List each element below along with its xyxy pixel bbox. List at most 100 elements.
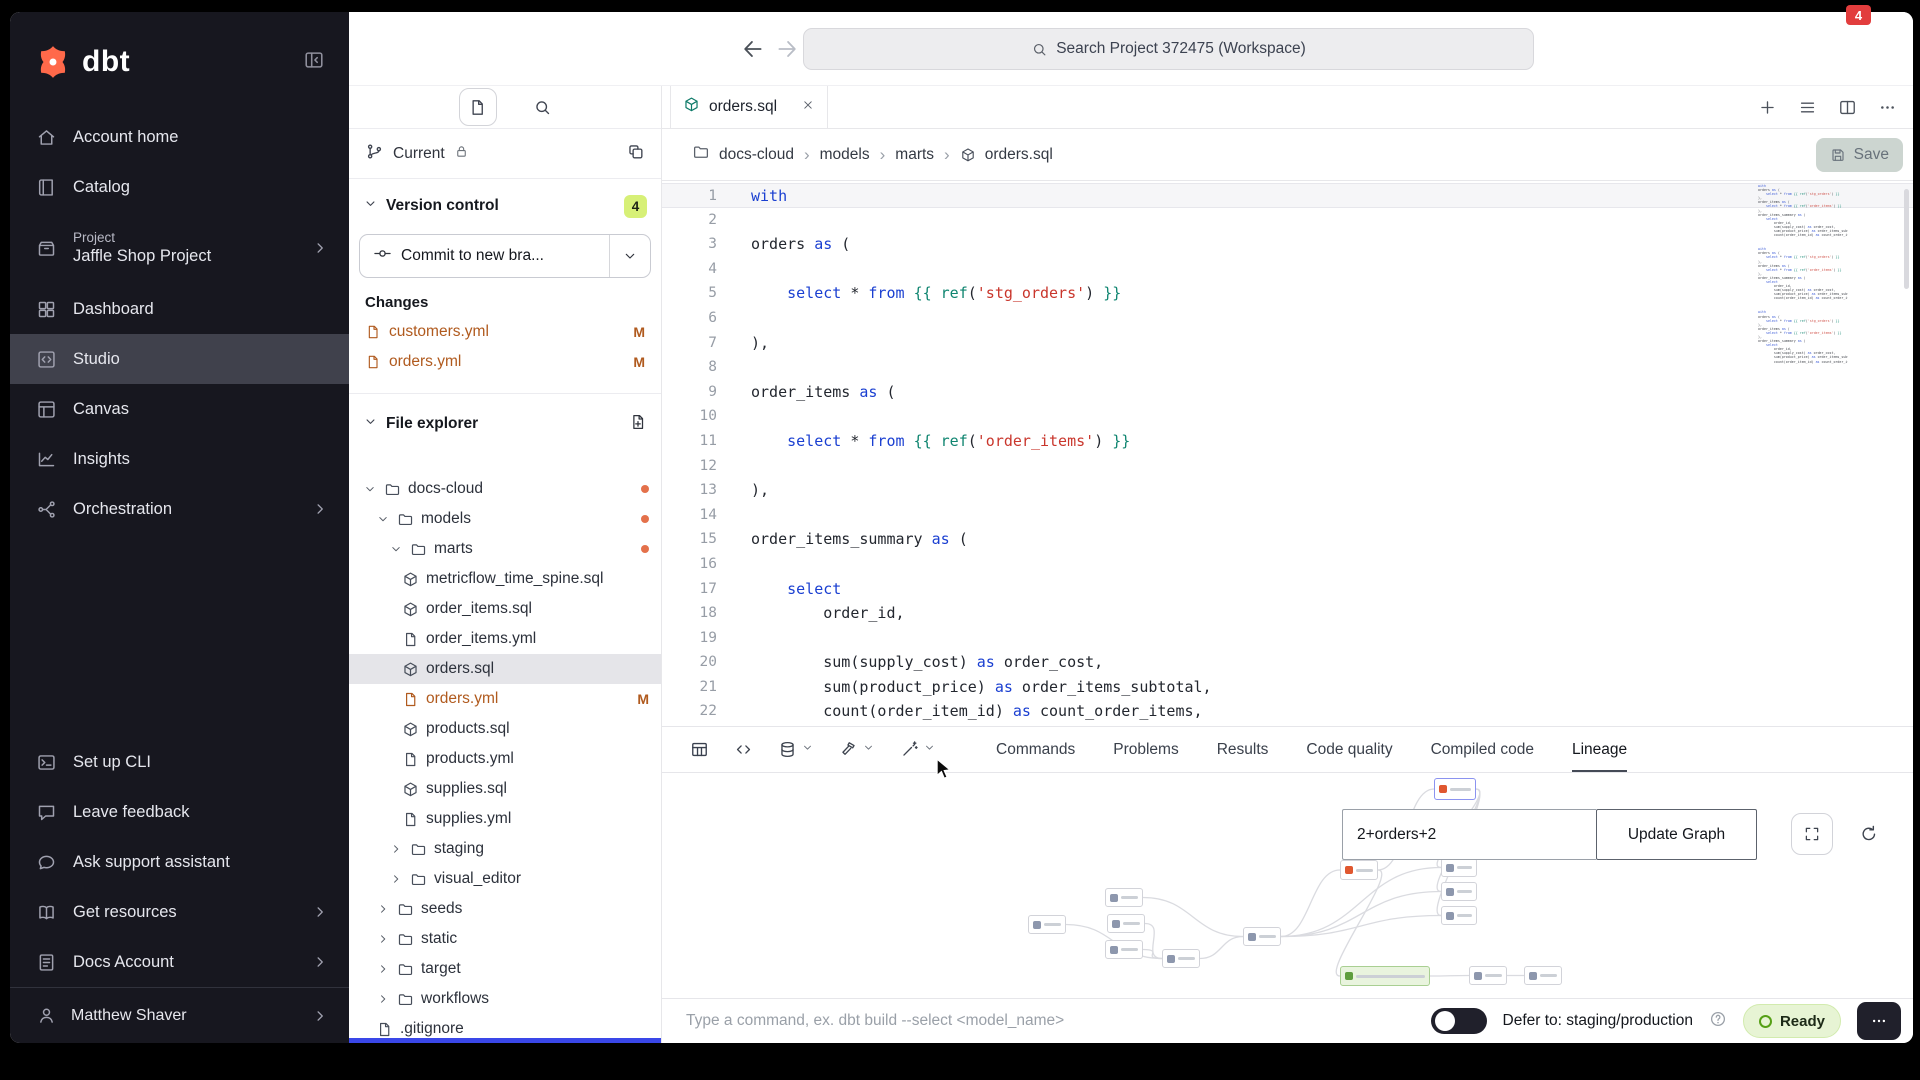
tree-item-supplies-sql[interactable]: supplies.sql: [349, 774, 661, 804]
code-line[interactable]: 5 select * from {{ ref('stg_orders') }}: [662, 281, 1913, 306]
sidebar-item-catalog[interactable]: Catalog: [10, 162, 349, 212]
save-button[interactable]: Save: [1816, 138, 1903, 172]
tree-item-docs-cloud[interactable]: docs-cloud: [349, 474, 661, 504]
panel-tab-code-quality[interactable]: Code quality: [1306, 727, 1392, 772]
code-line[interactable]: 2: [662, 208, 1913, 233]
code-line[interactable]: 14: [662, 503, 1913, 528]
code-line[interactable]: 1with: [662, 183, 1913, 208]
tree-item-products-sql[interactable]: products.sql: [349, 714, 661, 744]
code-line[interactable]: 17 select: [662, 577, 1913, 602]
sidebar-item-canvas[interactable]: Canvas: [10, 384, 349, 434]
forward-button[interactable]: [774, 36, 800, 67]
new-file-button[interactable]: [459, 88, 497, 126]
panel-tab-problems[interactable]: Problems: [1113, 727, 1178, 772]
version-control-header[interactable]: Version control 4: [349, 187, 661, 225]
lineage-node-model[interactable]: [1441, 858, 1477, 877]
more-options-icon[interactable]: [1878, 98, 1897, 117]
tree-item-models[interactable]: models: [349, 504, 661, 534]
code-line[interactable]: 12: [662, 454, 1913, 479]
code-editor[interactable]: 1with23orders as (45 select * from {{ re…: [662, 181, 1913, 726]
preview-button[interactable]: [690, 740, 709, 759]
tree-item-target[interactable]: target: [349, 954, 661, 984]
code-line[interactable]: 10: [662, 404, 1913, 429]
file-explorer-header[interactable]: File explorer: [349, 402, 661, 446]
lineage-node-model[interactable]: [1441, 906, 1477, 925]
update-graph-button[interactable]: Update Graph: [1596, 809, 1757, 860]
code-line[interactable]: 19: [662, 626, 1913, 651]
current-branch-row[interactable]: Current: [349, 129, 661, 179]
code-line[interactable]: 13),: [662, 478, 1913, 503]
explorer-search-button[interactable]: [533, 98, 552, 117]
code-line[interactable]: 6: [662, 306, 1913, 331]
code-line[interactable]: 21 sum(product_price) as order_items_sub…: [662, 675, 1913, 700]
code-line[interactable]: 15order_items_summary as (: [662, 527, 1913, 552]
split-editor-icon[interactable]: [1838, 98, 1857, 117]
sidebar-item-leave-feedback[interactable]: Leave feedback: [10, 787, 349, 837]
breadcrumb-item[interactable]: docs-cloud: [719, 146, 794, 164]
fullscreen-button[interactable]: [1791, 813, 1833, 855]
lineage-node-model[interactable]: [1162, 949, 1200, 968]
code-line[interactable]: 18 order_id,: [662, 601, 1913, 626]
defer-toggle[interactable]: [1431, 1008, 1487, 1034]
tree-item-orders-sql[interactable]: orders.sql: [349, 654, 661, 684]
breadcrumb-item[interactable]: models: [820, 146, 870, 164]
lineage-node-highlighted[interactable]: [1340, 966, 1430, 986]
code-line[interactable]: 3orders as (: [662, 232, 1913, 257]
commit-button[interactable]: Commit to new bra...: [359, 234, 651, 278]
tree-item-visual-editor[interactable]: visual_editor: [349, 864, 661, 894]
workspace-search[interactable]: Search Project 372475 (Workspace): [803, 28, 1534, 70]
command-input[interactable]: [684, 1011, 1419, 1031]
tab-list-icon[interactable]: [1798, 98, 1817, 117]
sidebar-item-ask-support-assistant[interactable]: Ask support assistant: [10, 837, 349, 887]
tree-item-staging[interactable]: staging: [349, 834, 661, 864]
minimap[interactable]: withorders as ( select * from {{ ref('st…: [1758, 184, 1848, 566]
lineage-selector-input[interactable]: [1342, 809, 1596, 860]
commit-options-button[interactable]: [609, 235, 650, 277]
compile-button[interactable]: [734, 740, 753, 759]
lineage-node-model[interactable]: [1105, 940, 1143, 959]
code-line[interactable]: 20 sum(supply_cost) as order_cost,: [662, 650, 1913, 675]
sidebar-item-studio[interactable]: Studio: [10, 334, 349, 384]
user-menu[interactable]: Matthew Shaver: [10, 987, 349, 1043]
lineage-node-model[interactable]: [1107, 914, 1145, 933]
tree-item-static[interactable]: static: [349, 924, 661, 954]
sidebar-item-account-home[interactable]: Account home: [10, 112, 349, 162]
new-tab-icon[interactable]: [1758, 98, 1777, 117]
lineage-node-model[interactable]: [1105, 888, 1143, 907]
create-file-button[interactable]: [629, 413, 647, 436]
panel-tab-compiled-code[interactable]: Compiled code: [1431, 727, 1534, 772]
tree-item-order-items-yml[interactable]: order_items.yml: [349, 624, 661, 654]
back-button[interactable]: [740, 36, 766, 67]
close-tab-button[interactable]: [801, 98, 815, 117]
lineage-node-source[interactable]: [1340, 860, 1378, 880]
editor-scrollbar[interactable]: [1904, 189, 1909, 289]
tree-item-supplies-yml[interactable]: supplies.yml: [349, 804, 661, 834]
refresh-button[interactable]: [1848, 813, 1890, 855]
panel-tab-results[interactable]: Results: [1217, 727, 1269, 772]
code-line[interactable]: 4: [662, 257, 1913, 282]
tree-item-metricflow-time-spine-sql[interactable]: metricflow_time_spine.sql: [349, 564, 661, 594]
lineage-node-model[interactable]: [1243, 927, 1281, 946]
panel-more-button[interactable]: [1857, 1002, 1901, 1040]
lineage-node-selected[interactable]: [1434, 778, 1476, 800]
fix-dropdown[interactable]: [900, 740, 936, 759]
tree-item-seeds[interactable]: seeds: [349, 894, 661, 924]
lineage-node-model[interactable]: [1441, 882, 1477, 901]
changed-file-customers-yml[interactable]: customers.ymlM: [349, 317, 661, 347]
test-dropdown[interactable]: [839, 740, 875, 759]
tab-orders-sql[interactable]: orders.sql: [670, 86, 828, 128]
lineage-node-model[interactable]: [1469, 966, 1507, 985]
sidebar-item-set-up-cli[interactable]: Set up CLI: [10, 737, 349, 787]
sidebar-item-jaffle-shop-project[interactable]: ProjectJaffle Shop Project: [10, 212, 349, 284]
sidebar-item-get-resources[interactable]: Get resources: [10, 887, 349, 937]
collapse-sidebar-button[interactable]: [303, 49, 325, 76]
sidebar-item-orchestration[interactable]: Orchestration: [10, 484, 349, 534]
copy-button[interactable]: [626, 142, 645, 166]
tree-item-workflows[interactable]: workflows: [349, 984, 661, 1014]
build-dropdown[interactable]: [778, 740, 814, 759]
breadcrumb-item[interactable]: marts: [895, 146, 934, 164]
tree-item-order-items-sql[interactable]: order_items.sql: [349, 594, 661, 624]
panel-tab-commands[interactable]: Commands: [996, 727, 1075, 772]
lineage-node-model[interactable]: [1524, 966, 1562, 985]
code-line[interactable]: 11 select * from {{ ref('order_items') }…: [662, 429, 1913, 454]
